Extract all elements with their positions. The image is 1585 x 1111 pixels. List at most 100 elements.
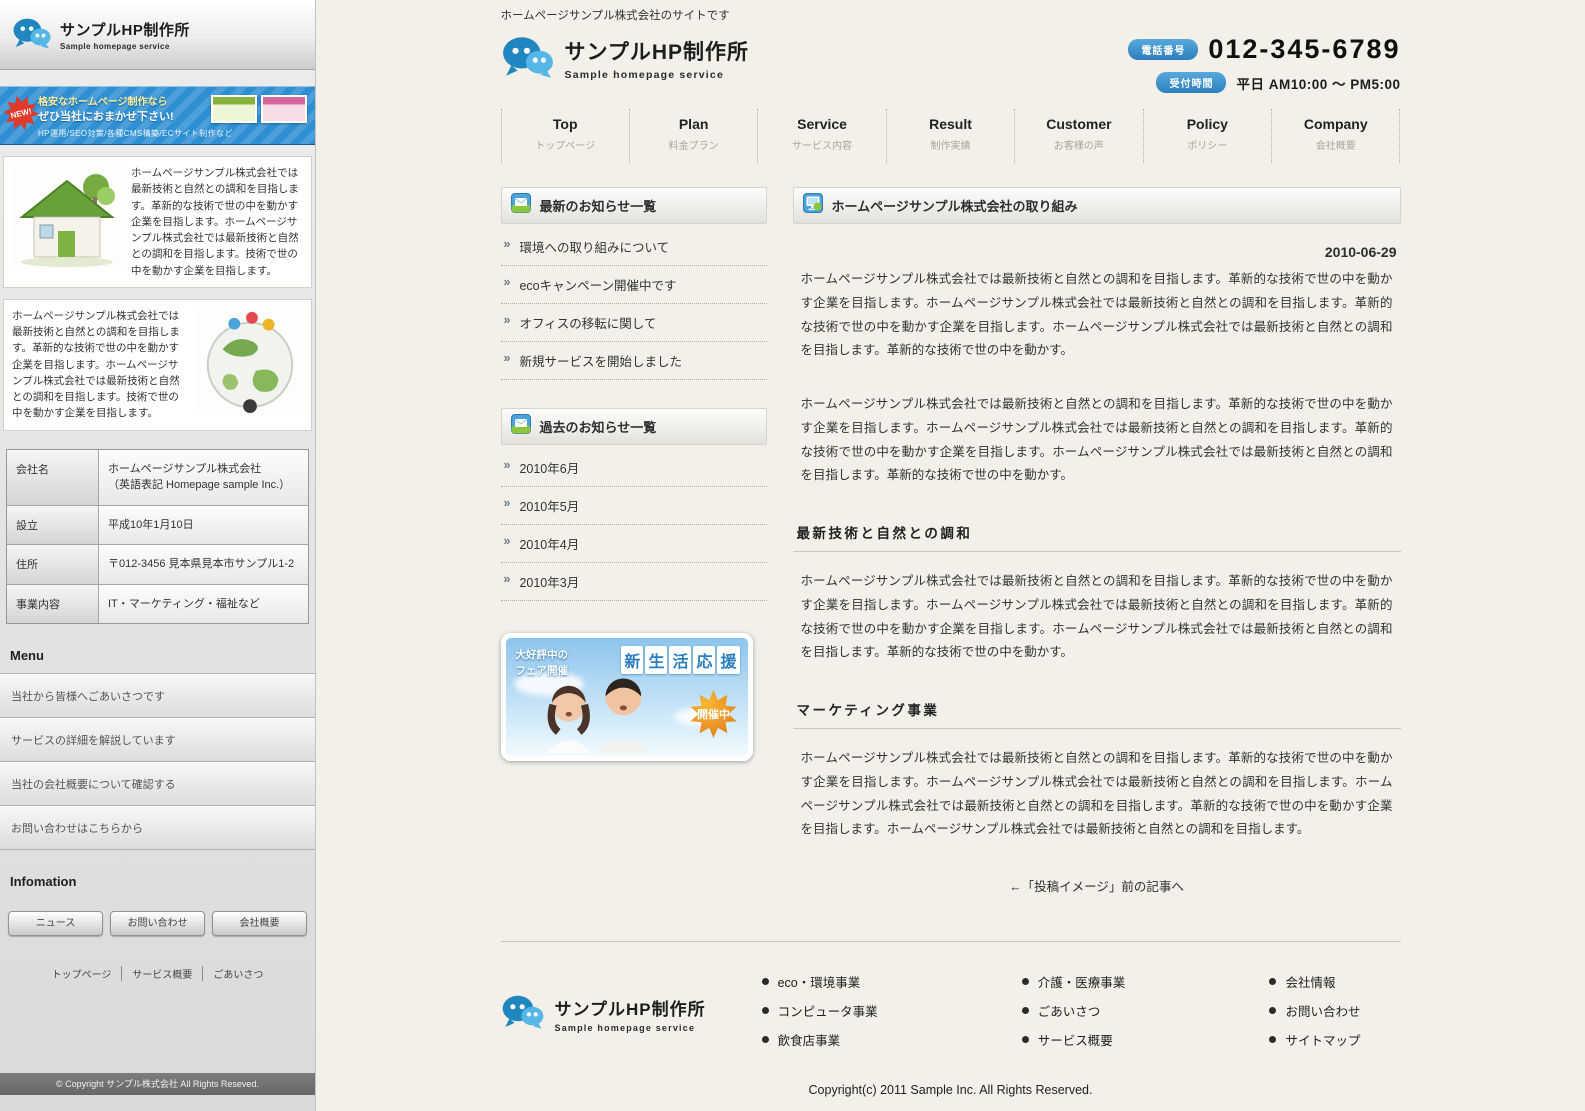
sidebar-footer-link-top[interactable]: トップページ — [42, 966, 122, 981]
sidebar-item-contact[interactable]: お問い合わせはこちらから — [0, 806, 315, 850]
company-name-value: ホームページサンプル株式会社 （英語表記 Homepage sample Inc… — [99, 450, 308, 505]
nav-item-company[interactable]: Company 会社概要 — [1271, 109, 1400, 163]
nav-sublabel: お客様の声 — [1015, 137, 1142, 152]
company-name-label: 会社名 — [7, 450, 99, 505]
sidebar-ad-banner[interactable]: NEW! 格安なホームページ制作なら ぜひ当社におまかせ下さい! HP運用/SE… — [0, 86, 315, 145]
archive-link-2010-04[interactable]: » 2010年4月 — [501, 525, 767, 563]
footer-link-label: サイトマップ — [1285, 1030, 1360, 1049]
previous-article-link[interactable]: ←「投稿イメージ」前の記事へ — [793, 876, 1401, 895]
news-link-label: ecoキャンペーン開催中です — [519, 275, 676, 294]
sidebar-about-house-text: ホームページサンプル株式会社では最新技術と自然との調和を目指します。革新的な技術… — [131, 165, 303, 279]
content-left-column: 最新のお知らせ一覧 » 環境への取り組みについて » ecoキャンペーン開催中で… — [501, 187, 767, 895]
sidebar-logo-title: サンプルHP制作所 — [60, 19, 190, 40]
bullet-icon — [762, 978, 769, 985]
address-label: 住所 — [7, 545, 99, 584]
footer-column-3: 会社情報 お問い合わせ サイトマップ — [1269, 972, 1360, 1059]
nav-item-customer[interactable]: Customer お客様の声 — [1014, 109, 1142, 163]
site-logo[interactable]: サンプルHP制作所 Sample homepage service — [501, 34, 750, 83]
sidebar-logo[interactable]: サンプルHP制作所 Sample homepage service — [0, 0, 315, 70]
nav-label: Result — [887, 116, 1014, 132]
address-value: 〒012-3456 見本県見本市サンプル1-2 — [99, 545, 308, 584]
footer-link-eco[interactable]: eco・環境事業 — [762, 972, 878, 991]
archive-link-2010-06[interactable]: » 2010年6月 — [501, 449, 767, 487]
sidebar-footer-link-greeting[interactable]: ごあいさつ — [202, 966, 273, 981]
footer-link-company-info[interactable]: 会社情報 — [1269, 972, 1360, 991]
nav-item-top[interactable]: Top トップページ — [501, 109, 629, 163]
news-link-label: 環境への取り組みについて — [519, 237, 669, 256]
ad-thumbnails — [211, 95, 307, 123]
phone-number: 012-345-6789 — [1208, 34, 1400, 65]
nav-label: Company — [1272, 116, 1399, 132]
latest-news-title: 最新のお知らせ一覧 — [540, 196, 657, 215]
footer-link-columns: eco・環境事業 コンピュータ事業 飲食店事業 — [762, 968, 1401, 1059]
hours-badge: 受付時間 — [1156, 72, 1226, 93]
article-subheading-marketing: マーケティング事業 — [793, 699, 1401, 729]
footer-column-2: 介護・医療事業 ごあいさつ サービス概要 — [1022, 972, 1126, 1059]
contact-button[interactable]: お問い合わせ — [110, 911, 205, 936]
speech-bubbles-logo-icon — [12, 16, 52, 54]
table-row: 住所 〒012-3456 見本県見本市サンプル1-2 — [7, 545, 308, 585]
news-link-eco-campaign[interactable]: » ecoキャンペーン開催中です — [501, 266, 767, 304]
news-link-new-service[interactable]: » 新規サービスを開始しました — [501, 342, 767, 380]
bullet-icon — [762, 1007, 769, 1014]
nav-label: Customer — [1015, 116, 1142, 132]
news-link-environment[interactable]: » 環境への取り組みについて — [501, 228, 767, 266]
fair-campaign-banner[interactable]: 大好評中の フェア開催 新 生 活 応 援 開催中 — [501, 633, 753, 761]
sidebar-about-globe: ホームページサンプル株式会社では最新技術と自然との調和を目指します。革新的な技術… — [3, 299, 312, 431]
footer-link-computer[interactable]: コンピュータ事業 — [762, 1001, 878, 1020]
double-chevron-icon: » — [504, 275, 511, 290]
archive-link-label: 2010年5月 — [519, 496, 579, 515]
header-contact: 電話番号 012-345-6789 受付時間 平日 AM10:00 ～ PM5:… — [1128, 34, 1400, 93]
ad-line3: HP運用/SEO対策/各種CMS構築/ECサイト制作など — [38, 128, 307, 139]
news-link-label: 新規サービスを開始しました — [519, 351, 682, 370]
footer-logo[interactable]: サンプルHP制作所 Sample homepage service — [501, 968, 706, 1059]
footer-link-restaurant[interactable]: 飲食店事業 — [762, 1030, 878, 1049]
company-button[interactable]: 会社概要 — [212, 911, 307, 936]
archive-link-2010-05[interactable]: » 2010年5月 — [501, 487, 767, 525]
nav-item-plan[interactable]: Plan 料金プラン — [629, 109, 757, 163]
sidebar-item-greeting[interactable]: 当社から皆様へごあいさつです — [0, 674, 315, 718]
nav-item-result[interactable]: Result 制作実績 — [886, 109, 1014, 163]
sidebar-footer-links: トップページ サービス概要 ごあいさつ — [0, 966, 315, 981]
ad-copy: 格安なホームページ制作なら ぜひ当社におまかせ下さい! — [38, 93, 174, 124]
footer-link-service-overview[interactable]: サービス概要 — [1022, 1030, 1126, 1049]
sidebar-item-service[interactable]: サービスの詳細を解説しています — [0, 718, 315, 762]
masthead: サンプルHP制作所 Sample homepage service 電話番号 0… — [501, 34, 1401, 93]
bullet-icon — [1269, 978, 1276, 985]
double-chevron-icon: » — [504, 237, 511, 252]
latest-news-list: » 環境への取り組みについて » ecoキャンペーン開催中です » オフィスの移… — [501, 228, 767, 380]
footer-link-care[interactable]: 介護・医療事業 — [1022, 972, 1126, 991]
ad-line2: ぜひ当社におまかせ下さい! — [38, 108, 174, 124]
bullet-icon — [762, 1036, 769, 1043]
news-link-label: オフィスの移転に関して — [519, 313, 656, 332]
company-info-table: 会社名 ホームページサンプル株式会社 （英語表記 Homepage sample… — [6, 449, 309, 625]
footer-link-sitemap[interactable]: サイトマップ — [1269, 1030, 1360, 1049]
double-chevron-icon: » — [504, 313, 511, 328]
double-chevron-icon: » — [504, 351, 511, 366]
footer-logo-subtitle: Sample homepage service — [555, 1023, 706, 1033]
archive-link-2010-03[interactable]: » 2010年3月 — [501, 563, 767, 601]
speech-bubbles-logo-icon — [501, 34, 555, 83]
nav-sublabel: 料金プラン — [630, 137, 757, 152]
eco-globe-image — [197, 308, 303, 419]
footer-link-greeting[interactable]: ごあいさつ — [1022, 1001, 1126, 1020]
footer-link-contact[interactable]: お問い合わせ — [1269, 1001, 1360, 1020]
article-paragraph: ホームページサンプル株式会社では最新技術と自然との調和を目指します。革新的な技術… — [801, 393, 1393, 488]
ad-thumbnail-green — [211, 95, 257, 123]
main-nav: Top トップページ Plan 料金プラン Service サービス内容 Res… — [501, 109, 1401, 163]
nav-item-service[interactable]: Service サービス内容 — [757, 109, 885, 163]
footer-logo-title: サンプルHP制作所 — [555, 995, 706, 1020]
new-badge: NEW! — [0, 91, 43, 135]
nav-label: Top — [502, 116, 629, 132]
archive-list: » 2010年6月 » 2010年5月 » 2010年4月 — [501, 449, 767, 601]
sidebar-item-company[interactable]: 当社の会社概要について確認する — [0, 762, 315, 806]
archive-icon — [511, 414, 531, 439]
ad-line1: 格安なホームページ制作なら — [38, 93, 174, 108]
information-heading: Infomation — [10, 874, 305, 889]
news-button[interactable]: ニュース — [8, 911, 103, 936]
sidebar-footer-link-service[interactable]: サービス概要 — [121, 966, 202, 981]
nav-item-policy[interactable]: Policy ポリシー — [1143, 109, 1271, 163]
fair-title-char: 活 — [669, 646, 691, 674]
footer-link-label: サービス概要 — [1038, 1030, 1113, 1049]
news-link-office-move[interactable]: » オフィスの移転に関して — [501, 304, 767, 342]
